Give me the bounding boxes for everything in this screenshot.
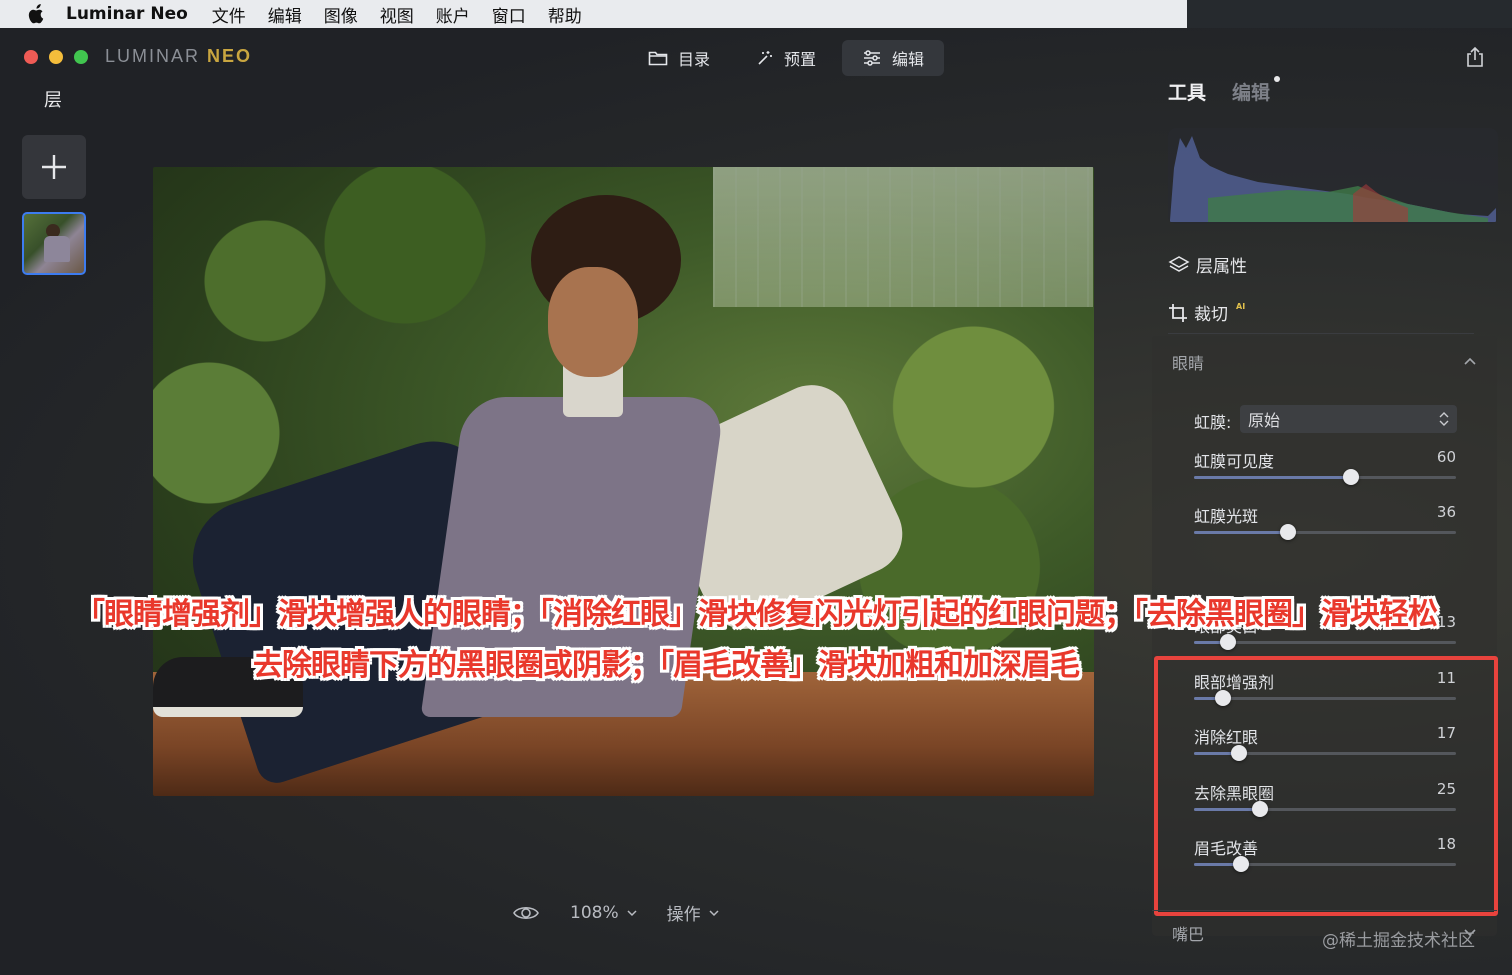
person-face (548, 267, 638, 377)
chevron-down-icon (709, 909, 719, 916)
share-export-icon[interactable] (1464, 46, 1486, 68)
logo-neo-text: NEO (207, 46, 253, 66)
actions-label: 操作 (666, 905, 701, 925)
eye-preview-icon[interactable] (512, 904, 540, 922)
slider-label: 虹膜可见度 (1194, 452, 1275, 471)
menu-file[interactable]: 文件 (212, 2, 246, 27)
menu-bar: Luminar Neo 文件 编辑 图像 视图 账户 窗口 帮助 (0, 0, 1512, 32)
menu-help[interactable]: 帮助 (548, 2, 582, 27)
layers-panel-title: 层 (44, 90, 62, 111)
tab-tools[interactable]: 工具 (1168, 78, 1206, 105)
mouth-section-title: 嘴巴 (1172, 925, 1205, 944)
actions-dropdown[interactable]: 操作 (667, 900, 719, 925)
nav-edit-label: 编辑 (892, 50, 925, 69)
right-panel-tabs: 工具 编辑 (1168, 76, 1281, 105)
menu-image[interactable]: 图像 (324, 2, 358, 27)
eyes-section-title[interactable]: 眼睛 (1172, 350, 1204, 374)
menu-account[interactable]: 账户 (436, 2, 470, 27)
crop-tool-item[interactable]: 裁切 AI (1168, 300, 1245, 325)
chevron-up-icon[interactable] (1463, 354, 1477, 368)
nav-edit-button[interactable]: 编辑 (842, 40, 945, 76)
layer-properties-item[interactable]: 层属性 (1168, 252, 1247, 277)
annotation-highlight-box (1154, 656, 1498, 916)
panel-divider (1168, 333, 1474, 334)
caption-line-1: 「眼睛增强剂」滑块增强人的眼睛；「消除红眼」滑块修复闪光灯引起的红眼问题；「去除… (75, 597, 1438, 632)
plus-icon (42, 155, 66, 179)
menu-window[interactable]: 窗口 (492, 2, 526, 27)
histogram-graph (1170, 136, 1496, 222)
watermark: @稀土掘金技术社区 (1322, 931, 1475, 951)
sliders-icon (864, 50, 881, 66)
app-name-menu[interactable]: Luminar Neo (66, 4, 188, 24)
slider-track[interactable] (1194, 524, 1456, 540)
zoom-window-button[interactable] (74, 50, 88, 64)
layer-properties-label: 层属性 (1196, 257, 1247, 277)
add-layer-button[interactable] (22, 135, 86, 199)
greenhouse-background (713, 167, 1093, 307)
logo-luminar-text: LUMINAR (105, 46, 201, 66)
magic-wand-icon (758, 51, 773, 65)
menu-view[interactable]: 视图 (380, 2, 414, 27)
edits-indicator-dot (1274, 76, 1281, 82)
menu-edit[interactable]: 编辑 (268, 2, 302, 27)
slider-value: 36 (1436, 503, 1456, 521)
tab-edits[interactable]: 编辑 (1232, 76, 1281, 105)
zoom-dropdown[interactable]: 108% (570, 903, 637, 923)
histogram (1168, 128, 1498, 224)
slider-label: 虹膜光斑 (1194, 507, 1259, 526)
photo-canvas[interactable] (153, 167, 1094, 796)
nav-catalog-button[interactable]: 目录 (628, 40, 730, 76)
nav-catalog-label: 目录 (678, 50, 711, 69)
crop-icon (1169, 303, 1187, 322)
top-navigation: 目录 预置 编辑 (628, 40, 945, 76)
layer-thumbnail[interactable] (22, 212, 86, 275)
slider-value: 60 (1436, 448, 1456, 466)
iris-select[interactable]: 原始 (1240, 405, 1457, 433)
tab-edits-label: 编辑 (1232, 82, 1271, 104)
app-logo: LUMINAR NEO (105, 46, 252, 67)
iris-label: 虹膜: (1194, 413, 1232, 432)
slider-track[interactable] (1194, 469, 1456, 485)
ai-badge: AI (1236, 302, 1246, 311)
layers-stack-icon (1168, 255, 1190, 272)
chevron-down-icon (627, 909, 637, 916)
iris-select-value: 原始 (1248, 411, 1281, 430)
folder-icon (648, 51, 668, 66)
canvas-bottom-toolbar: 108% 操作 (512, 900, 719, 925)
nav-presets-label: 预置 (784, 50, 817, 69)
nav-presets-button[interactable]: 预置 (736, 40, 836, 76)
select-arrows-icon (1439, 412, 1449, 426)
close-window-button[interactable] (24, 50, 38, 64)
caption-line-2: 去除眼睛下方的黑眼圈或阴影；「眉毛改善」滑块加粗和加深眉毛 (253, 648, 1080, 683)
minimize-window-button[interactable] (49, 50, 63, 64)
apple-logo-icon[interactable] (26, 4, 46, 24)
crop-label: 裁切 (1194, 305, 1228, 325)
zoom-value: 108% (570, 902, 619, 923)
